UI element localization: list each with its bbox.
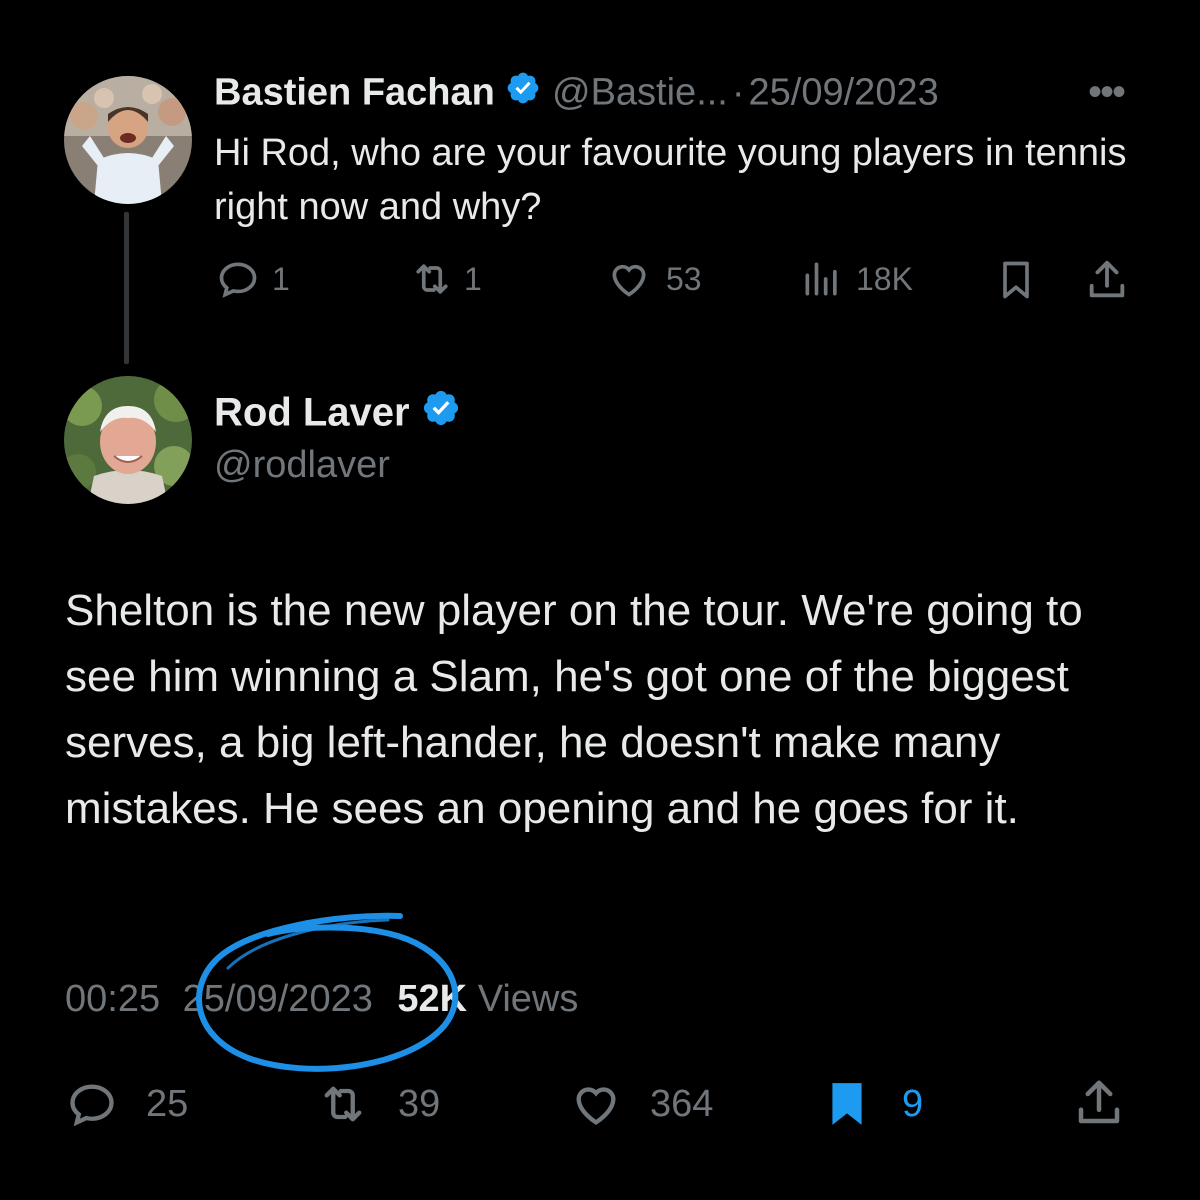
verified-badge-icon [505,70,541,116]
main-share-button[interactable] [1072,1076,1126,1130]
reply-text: Hi Rod, who are your favourite young pla… [214,132,1127,228]
main-author-name[interactable]: Rod Laver [214,391,410,435]
reply-likes-count: 53 [666,260,702,297]
main-like-button[interactable]: 364 [566,1078,713,1130]
tweet-time[interactable]: 00:25 [65,978,160,1020]
main-author: Rod Laver [214,388,461,438]
verified-badge-icon [421,388,461,438]
reply-handle[interactable]: @Bastie... [552,72,728,114]
reply-views-button[interactable]: 18K [800,257,913,301]
thread-line [124,212,129,364]
comment-icon [219,262,257,298]
reply-bookmark-button[interactable] [994,257,1038,303]
reply-share-button[interactable] [1084,257,1130,303]
share-icon [1078,1080,1120,1124]
views-label: Views [477,978,579,1020]
more-horizontal-icon[interactable]: ••• [1088,70,1126,115]
avatar-bastien[interactable] [64,76,192,204]
reply-replies-count: 1 [272,260,290,297]
main-likes-count: 364 [650,1082,714,1125]
reply-date[interactable]: 25/09/2023 [749,72,939,114]
main-text: Shelton is the new player on the tour. W… [65,586,1083,833]
bookmark-filled-icon [832,1083,862,1125]
reply-author-name[interactable]: Bastien Fachan [214,72,495,114]
repost-icon [416,264,448,294]
main-bookmarks-count: 9 [902,1082,924,1125]
reply-header: Bastien Fachan @Bastie... · 25/09/2023 [214,70,939,116]
heart-icon [576,1087,616,1125]
main-reply-button[interactable]: 25 [64,1078,188,1130]
avatar-rodlaver[interactable] [64,376,192,504]
reply-repost-button[interactable]: 1 [408,257,482,301]
main-replies-count: 25 [146,1082,189,1125]
views-icon [805,262,837,296]
main-handle[interactable]: @rodlaver [214,444,390,487]
heart-icon [612,264,646,297]
reply-reply-button[interactable]: 1 [216,257,290,301]
reply-reposts-count: 1 [464,260,482,297]
main-bookmark-button[interactable]: 9 [822,1076,923,1132]
main-reposts-count: 39 [398,1082,441,1125]
reply-views-count: 18K [856,260,913,297]
bookmark-icon [1003,261,1029,299]
reply-like-button[interactable]: 53 [606,257,702,301]
comment-icon [70,1084,114,1127]
main-repost-button[interactable]: 39 [312,1078,440,1130]
reply-separator: · [731,71,745,114]
repost-icon [324,1086,362,1122]
share-icon [1089,260,1125,298]
annotation-circle [196,912,459,1072]
